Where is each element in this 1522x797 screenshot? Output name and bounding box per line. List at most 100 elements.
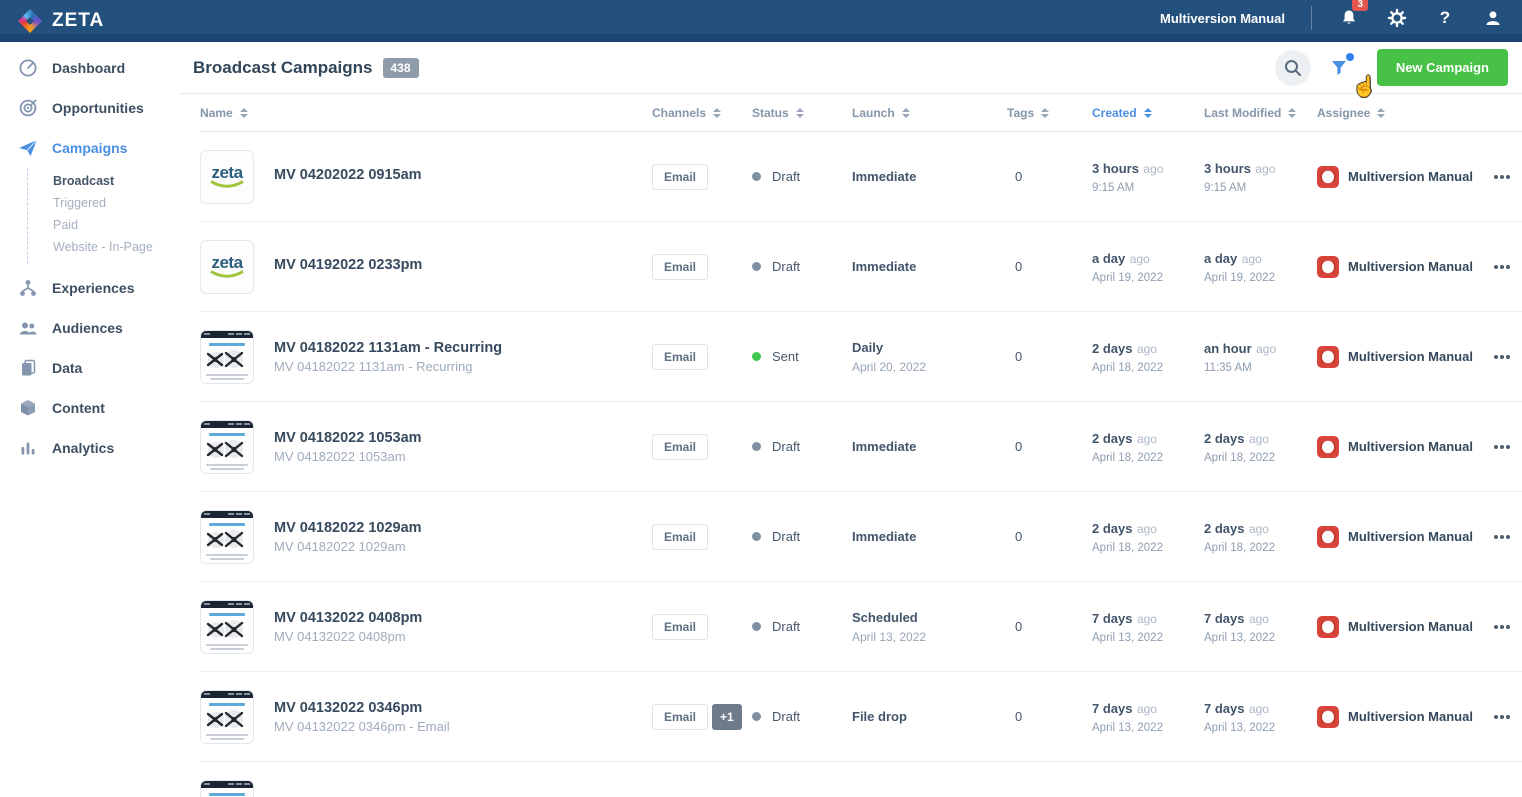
created-ago-suffix: ago [1130, 252, 1150, 266]
table-row[interactable]: zeta [200, 222, 1522, 312]
created-date: April 18, 2022 [1092, 542, 1200, 554]
row-menu-button[interactable] [1478, 265, 1522, 269]
campaign-thumbnail: zeta [200, 240, 254, 294]
sidebar-item-analytics[interactable]: Analytics [0, 428, 180, 468]
last-modified-cell: 3 hours ago 9:15 AM [1200, 160, 1313, 194]
table-row[interactable]: zeta [200, 672, 1522, 762]
row-menu-button[interactable] [1478, 445, 1522, 449]
sort-icon [1041, 108, 1049, 118]
modified-ago-suffix: ago [1255, 162, 1275, 176]
campaign-thumbnail: zeta [200, 330, 254, 384]
account-name[interactable]: Multiversion Manual [1160, 11, 1285, 26]
sidebar-subitem-triggered[interactable]: Triggered [53, 192, 180, 214]
campaigns-submenu: Broadcast Triggered Paid Website - In-Pa… [27, 168, 180, 264]
row-menu-button[interactable] [1478, 715, 1522, 719]
campaign-title[interactable]: MV 04182022 1029am [274, 520, 422, 536]
zeta-brand[interactable]: ZETA [18, 9, 104, 33]
assignee-cell: Multiversion Manual [1313, 256, 1478, 278]
help-button[interactable]: ? [1434, 7, 1456, 29]
bar-chart-icon [18, 438, 38, 458]
created-date: 9:15 AM [1092, 182, 1200, 194]
launch-date: April 13, 2022 [852, 630, 1003, 644]
sidebar-subitem-broadcast[interactable]: Broadcast [53, 170, 180, 192]
sidebar-item-audiences[interactable]: Audiences [0, 308, 180, 348]
modified-relative: 7 days [1204, 611, 1244, 626]
table-row[interactable]: zeta [200, 132, 1522, 222]
created-cell: 7 days ago April 13, 2022 [1088, 610, 1200, 644]
status-cell: Sent [748, 349, 848, 364]
sidebar-item-data[interactable]: Data [0, 348, 180, 388]
settings-button[interactable] [1386, 7, 1408, 29]
row-menu-button[interactable] [1478, 535, 1522, 539]
help-icon: ? [1440, 8, 1450, 28]
assignee-name: Multiversion Manual [1348, 439, 1473, 454]
column-header-assignee[interactable]: Assignee [1313, 106, 1478, 120]
campaign-title[interactable]: MV 04182022 1053am [274, 430, 422, 446]
main-content: Broadcast Campaigns 438 New Campaign Nam… [180, 42, 1522, 797]
campaign-name-cell[interactable]: zeta [200, 510, 648, 564]
assignee-cell: Multiversion Manual [1313, 616, 1478, 638]
zeta-thumbnail: zeta [201, 151, 253, 203]
ellipsis-icon [1500, 625, 1504, 629]
column-header-status[interactable]: Status [748, 106, 848, 120]
row-menu-button[interactable] [1478, 625, 1522, 629]
sidebar-subitem-website-in-page[interactable]: Website - In-Page [53, 236, 180, 258]
launch-cell: File drop [848, 709, 1003, 724]
ellipsis-icon [1500, 265, 1504, 269]
campaign-title[interactable]: MV 04192022 0233pm [274, 257, 422, 273]
row-menu-button[interactable] [1478, 175, 1522, 179]
sidebar-item-content[interactable]: Content [0, 388, 180, 428]
launch-type: Immediate [852, 529, 1003, 544]
last-modified-cell: 7 days ago April 13, 2022 [1200, 700, 1313, 734]
table-row[interactable]: zeta [200, 312, 1522, 402]
column-header-launch[interactable]: Launch [848, 106, 1003, 120]
channel-chip: Email [652, 344, 708, 370]
campaign-name-cell[interactable]: zeta [200, 780, 648, 797]
new-campaign-button[interactable]: New Campaign [1377, 49, 1508, 86]
sidebar: Dashboard Opportunities Campaigns Broadc… [0, 42, 180, 797]
channels-cell: Email [648, 614, 748, 640]
campaign-title[interactable]: MV 04132022 0408pm [274, 610, 422, 626]
filter-funnel-icon [1329, 58, 1349, 78]
page-title: Broadcast Campaigns [193, 58, 373, 78]
column-header-name[interactable]: Name [200, 106, 648, 120]
column-header-tags[interactable]: Tags [1003, 106, 1088, 120]
sidebar-item-dashboard[interactable]: Dashboard [0, 48, 180, 88]
table-row[interactable]: zeta [200, 492, 1522, 582]
column-header-channels[interactable]: Channels [648, 106, 748, 120]
column-header-last-modified[interactable]: Last Modified [1200, 106, 1313, 120]
search-button[interactable] [1275, 50, 1311, 86]
campaign-title[interactable]: MV 04182022 1131am - Recurring [274, 340, 502, 356]
created-relative: 7 days [1092, 701, 1132, 716]
campaign-title[interactable]: MV 04132022 0346pm [274, 700, 450, 716]
sidebar-subitem-paid[interactable]: Paid [53, 214, 180, 236]
campaign-name-cell[interactable]: zeta [200, 240, 648, 294]
brand-name: ZETA [52, 10, 104, 32]
table-row[interactable]: zeta [200, 762, 1522, 797]
column-header-created[interactable]: Created [1088, 106, 1200, 120]
table-body: zeta [200, 132, 1522, 797]
sidebar-item-campaigns[interactable]: Campaigns [0, 128, 180, 168]
campaign-name-cell[interactable]: zeta [200, 600, 648, 654]
sidebar-item-opportunities[interactable]: Opportunities [0, 88, 180, 128]
table-row[interactable]: zeta [200, 582, 1522, 672]
created-ago-suffix: ago [1137, 342, 1157, 356]
ellipsis-icon [1500, 715, 1504, 719]
notifications-button[interactable]: 3 [1338, 7, 1360, 29]
modified-date: April 13, 2022 [1204, 722, 1313, 734]
campaign-name-cell[interactable]: zeta [200, 420, 648, 474]
campaign-name-cell[interactable]: zeta [200, 690, 648, 744]
filter-button[interactable] [1321, 50, 1357, 86]
last-modified-cell: an hour ago 11:35 AM [1200, 340, 1313, 374]
row-menu-button[interactable] [1478, 355, 1522, 359]
sidebar-item-experiences[interactable]: Experiences [0, 268, 180, 308]
campaign-name-cell[interactable]: zeta [200, 150, 648, 204]
status-label: Draft [772, 169, 800, 184]
sort-icon [1377, 108, 1385, 118]
campaign-name-cell[interactable]: zeta [200, 330, 648, 384]
campaign-title[interactable]: MV 04202022 0915am [274, 167, 422, 183]
profile-button[interactable] [1482, 7, 1504, 29]
status-dot [752, 622, 761, 631]
campaign-count-badge: 438 [383, 58, 419, 78]
table-row[interactable]: zeta [200, 402, 1522, 492]
